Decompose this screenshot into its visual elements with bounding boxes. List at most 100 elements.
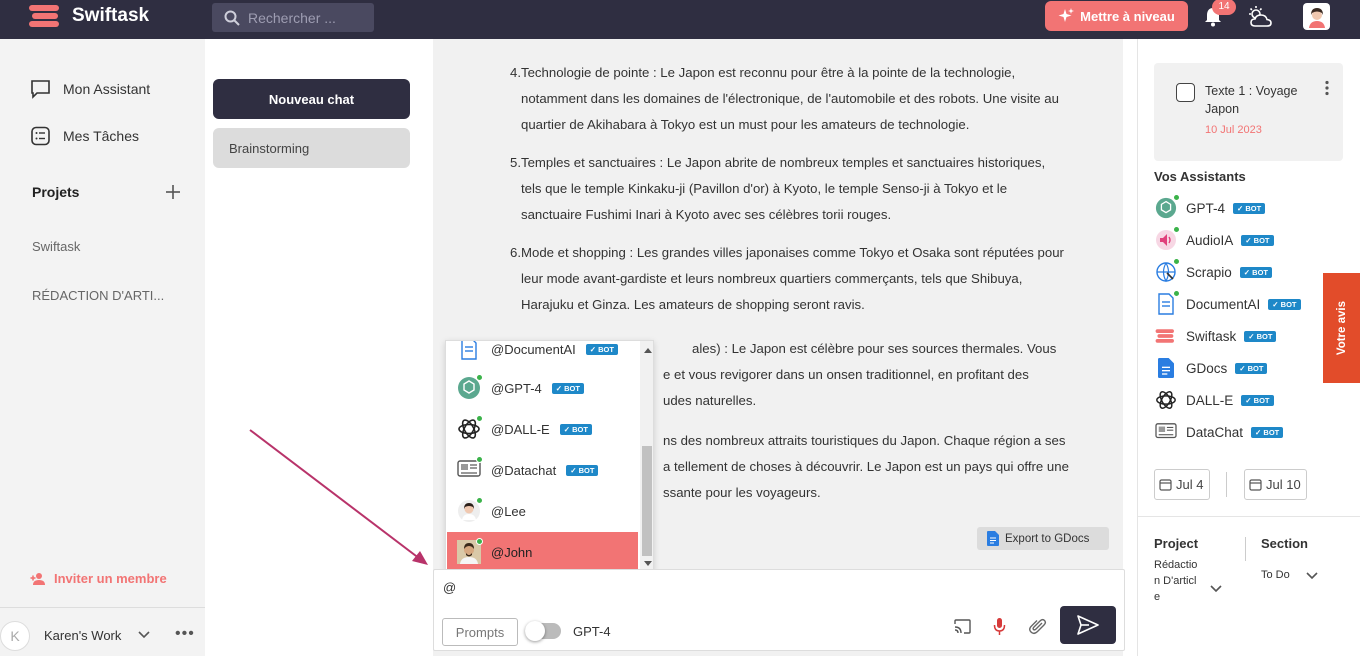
sidebar-item-label: Mon Assistant: [63, 81, 151, 97]
assistant-item-scrapio[interactable]: Scrapio ✓ BOT: [1154, 258, 1272, 284]
model-toggle[interactable]: [525, 621, 561, 641]
add-user-icon: [30, 572, 45, 585]
end-date-button[interactable]: Jul 10: [1244, 469, 1307, 500]
projects-heading: Projets: [32, 184, 80, 200]
attachment-icon[interactable]: [1029, 617, 1047, 635]
assistant-name: GDocs: [1186, 360, 1228, 376]
app-logo[interactable]: Swiftask: [28, 2, 149, 30]
send-icon: [1077, 615, 1099, 635]
panel-divider: [1137, 516, 1360, 517]
mention-label: @John: [491, 544, 533, 560]
document-date: 10 Jul 2023: [1205, 124, 1262, 136]
cast-icon[interactable]: [954, 619, 971, 634]
gdocs-icon: [1154, 356, 1178, 380]
prompts-button[interactable]: Prompts: [442, 618, 518, 646]
chat-item-brainstorming[interactable]: Brainstorming: [213, 128, 410, 168]
send-button[interactable]: [1060, 606, 1116, 644]
upgrade-button[interactable]: Mettre à niveau: [1045, 1, 1188, 31]
bot-badge: ✓ BOT: [551, 382, 584, 394]
bot-badge: ✓ BOT: [1268, 298, 1301, 310]
list-text: Mode et shopping : Les grandes villes ja…: [521, 245, 1064, 312]
mention-item-documentai[interactable]: @DocumentAI ✓ BOT: [447, 341, 638, 369]
end-date: Jul 10: [1266, 477, 1301, 492]
datachat-icon: [1154, 420, 1178, 444]
invite-label: Inviter un membre: [54, 571, 167, 586]
assistant-name: Swiftask: [1186, 328, 1237, 344]
mention-item-datachat[interactable]: @Datachat ✓ BOT: [447, 450, 638, 490]
section-select[interactable]: To Do: [1261, 569, 1290, 581]
document-checkbox[interactable]: [1176, 83, 1195, 102]
assistant-item-gdocs[interactable]: GDocs ✓ BOT: [1154, 356, 1268, 380]
mention-item-lee[interactable]: @Lee: [447, 491, 638, 531]
list-text: Technologie de pointe : Le Japon est rec…: [521, 65, 1059, 132]
search-icon: [224, 10, 240, 26]
workspace-name: Karen's Work: [44, 628, 122, 643]
sidebar-project-swiftask[interactable]: Swiftask: [32, 239, 80, 254]
bot-badge: ✓ BOT: [585, 343, 618, 355]
project-section-divider: [1245, 537, 1246, 561]
assistant-name: GPT-4: [1186, 200, 1226, 216]
start-date-button[interactable]: Jul 4: [1154, 469, 1210, 500]
invite-member-button[interactable]: Inviter un membre: [30, 571, 167, 586]
bot-badge: ✓ BOT: [1251, 426, 1284, 438]
project-select[interactable]: Rédaction D'article: [1154, 557, 1202, 605]
assistants-heading: Vos Assistants: [1154, 169, 1246, 184]
mention-item-gpt-4[interactable]: @GPT-4 ✓ BOT: [447, 368, 638, 408]
list-number: 4.: [510, 65, 521, 80]
assistant-item-documentai[interactable]: DocumentAI ✓ BOT: [1154, 290, 1301, 316]
sidebar-item-mes-taches[interactable]: Mes Tâches: [30, 126, 139, 146]
export-to-gdocs-button[interactable]: Export to GDocs: [977, 527, 1109, 550]
message-input[interactable]: @: [443, 580, 456, 595]
start-date: Jul 4: [1176, 477, 1204, 492]
bot-badge: ✓ BOT: [1233, 202, 1266, 214]
swiftask-logo-icon: [29, 5, 59, 27]
assistant-name: DataChat: [1186, 424, 1244, 440]
partial-line: ssante pour les voyageurs.: [663, 485, 821, 500]
assistant-item-datachat[interactable]: DataChat ✓ BOT: [1154, 420, 1284, 444]
bot-badge: ✓ BOT: [1241, 234, 1274, 246]
search-input[interactable]: Rechercher ...: [212, 3, 374, 32]
popup-scrollbar-thumb[interactable]: [642, 446, 652, 556]
mention-item-dall-e[interactable]: @DALL-E ✓ BOT: [447, 409, 638, 449]
more-options-icon[interactable]: •••: [175, 625, 195, 643]
kebab-menu-icon[interactable]: [1324, 80, 1330, 96]
project-heading: Project: [1154, 536, 1199, 551]
assistant-item-audioia[interactable]: AudioIA ✓ BOT: [1154, 226, 1274, 252]
assistant-item-swiftask[interactable]: Swiftask ✓ BOT: [1154, 324, 1277, 348]
assistant-item-gpt-4[interactable]: GPT-4 ✓ BOT: [1154, 194, 1266, 220]
user-avatar[interactable]: [1303, 3, 1330, 30]
bot-badge: ✓ BOT: [1244, 330, 1277, 342]
scroll-down-icon[interactable]: [644, 561, 652, 567]
new-chat-button[interactable]: Nouveau chat: [213, 79, 410, 119]
mention-label: @DocumentAI: [491, 341, 576, 357]
scroll-up-icon[interactable]: [644, 347, 652, 353]
upgrade-label: Mettre à niveau: [1080, 8, 1175, 24]
chevron-down-icon[interactable]: [1305, 571, 1319, 581]
assistant-name: DocumentAI: [1186, 296, 1261, 312]
sidebar-item-label: Mes Tâches: [63, 128, 139, 144]
date-divider: [1226, 472, 1227, 497]
sidebar-item-mon-assistant[interactable]: Mon Assistant: [30, 79, 150, 99]
chevron-down-icon[interactable]: [1209, 584, 1223, 594]
swiftask-icon: [1154, 324, 1178, 348]
partial-line: e et vous revigorer dans un onsen tradit…: [663, 367, 1029, 382]
sidebar-project-redaction[interactable]: RÉDACTION D'ARTI...: [32, 288, 164, 303]
feedback-tab[interactable]: Votre avis: [1323, 273, 1360, 383]
datachat-icon: [457, 456, 483, 482]
assistant-message: 4. Technologie de pointe : Le Japon est r…: [509, 60, 1069, 330]
mention-item-john[interactable]: @John: [447, 532, 638, 572]
task-list-icon: [31, 126, 50, 146]
chevron-down-icon[interactable]: [137, 627, 151, 641]
workspace-switcher[interactable]: K Karen's Work •••: [0, 607, 205, 656]
microphone-icon[interactable]: [993, 617, 1006, 636]
audio-icon: [1154, 226, 1180, 252]
weather-icon[interactable]: [1247, 5, 1273, 29]
mention-popup[interactable]: @DocumentAI ✓ BOT @GPT-4 ✓ BOT @DALL-E ✓…: [445, 340, 654, 573]
plus-icon: [166, 185, 180, 199]
partial-line: a tellement de choses à découvrir. Le Ja…: [663, 459, 1069, 474]
assistant-name: Scrapio: [1186, 264, 1232, 280]
partial-line: udes naturelles.: [663, 393, 757, 408]
calendar-icon: [1249, 479, 1262, 491]
assistant-item-dall-e[interactable]: DALL-E ✓ BOT: [1154, 388, 1274, 412]
add-project-button[interactable]: [165, 179, 181, 206]
